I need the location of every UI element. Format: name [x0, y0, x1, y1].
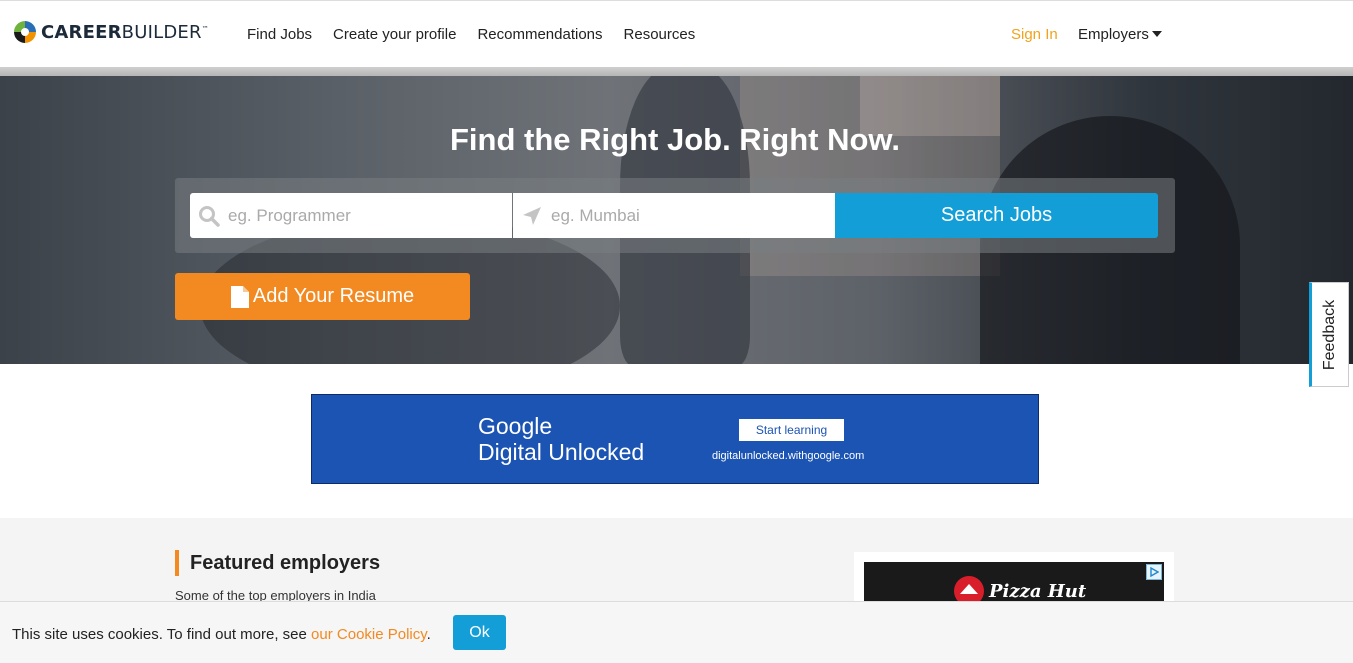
ad-start-learning-button[interactable]: Start learning: [739, 419, 844, 441]
logo-text: CAREERBUILDER™: [41, 21, 209, 43]
ad-brand: Google Digital Unlocked: [478, 413, 644, 465]
hero-banner: Find the Right Job. Right Now. Search Jo…: [0, 76, 1353, 364]
feedback-tab[interactable]: Feedback: [1309, 282, 1349, 387]
hero-title: Find the Right Job. Right Now.: [450, 122, 900, 157]
add-resume-label: Add Your Resume: [252, 285, 415, 307]
nav-create-profile[interactable]: Create your profile: [333, 26, 456, 43]
employers-label: Employers: [1078, 26, 1149, 43]
caret-down-icon: [1151, 31, 1162, 37]
logo-mark-icon: [14, 21, 36, 43]
google-ad-banner[interactable]: Google Digital Unlocked Start learning d…: [311, 394, 1039, 484]
cookie-banner: This site uses cookies. To find out more…: [0, 601, 1353, 663]
add-resume-button[interactable]: Add Your Resume: [175, 273, 470, 320]
ad-url: digitalunlocked.withgoogle.com: [712, 450, 865, 462]
search-icon: [190, 205, 228, 227]
nav-resources[interactable]: Resources: [624, 26, 696, 43]
nav-find-jobs[interactable]: Find Jobs: [247, 26, 312, 43]
employers-dropdown[interactable]: Employers: [1078, 26, 1162, 43]
main-nav: Find Jobs Create your profile Recommenda…: [247, 26, 716, 43]
featured-employers-heading: Featured employers: [175, 550, 380, 576]
location-field[interactable]: [513, 193, 835, 238]
sign-in-link[interactable]: Sign In: [1011, 26, 1058, 43]
ad-brand-line1: Google: [478, 413, 553, 439]
pizza-hut-brand: Pizza Hut: [989, 580, 1087, 602]
job-search-form: Search Jobs: [175, 178, 1175, 253]
cookie-policy-link[interactable]: our Cookie Policy: [311, 626, 427, 643]
nav-recommendations[interactable]: Recommendations: [477, 26, 602, 43]
location-input[interactable]: [551, 205, 821, 226]
cookie-message: This site uses cookies. To find out more…: [12, 626, 431, 643]
keyword-input[interactable]: [228, 205, 498, 226]
file-icon: [230, 285, 249, 308]
careerbuilder-logo[interactable]: CAREERBUILDER™: [14, 21, 209, 43]
cookie-ok-button[interactable]: Ok: [453, 615, 506, 650]
adchoices-icon[interactable]: [1146, 564, 1162, 580]
site-header: CAREERBUILDER™ Find Jobs Create your pro…: [0, 0, 1353, 68]
cookie-text: This site uses cookies. To find out more…: [12, 626, 312, 643]
cookie-suffix: .: [426, 626, 431, 643]
keyword-field[interactable]: [190, 193, 512, 238]
header-divider: [0, 67, 1353, 76]
feedback-label: Feedback: [1321, 299, 1339, 370]
ad-brand-line2: Digital Unlocked: [478, 439, 645, 465]
location-arrow-icon: [513, 206, 551, 226]
search-jobs-button[interactable]: Search Jobs: [835, 193, 1158, 238]
